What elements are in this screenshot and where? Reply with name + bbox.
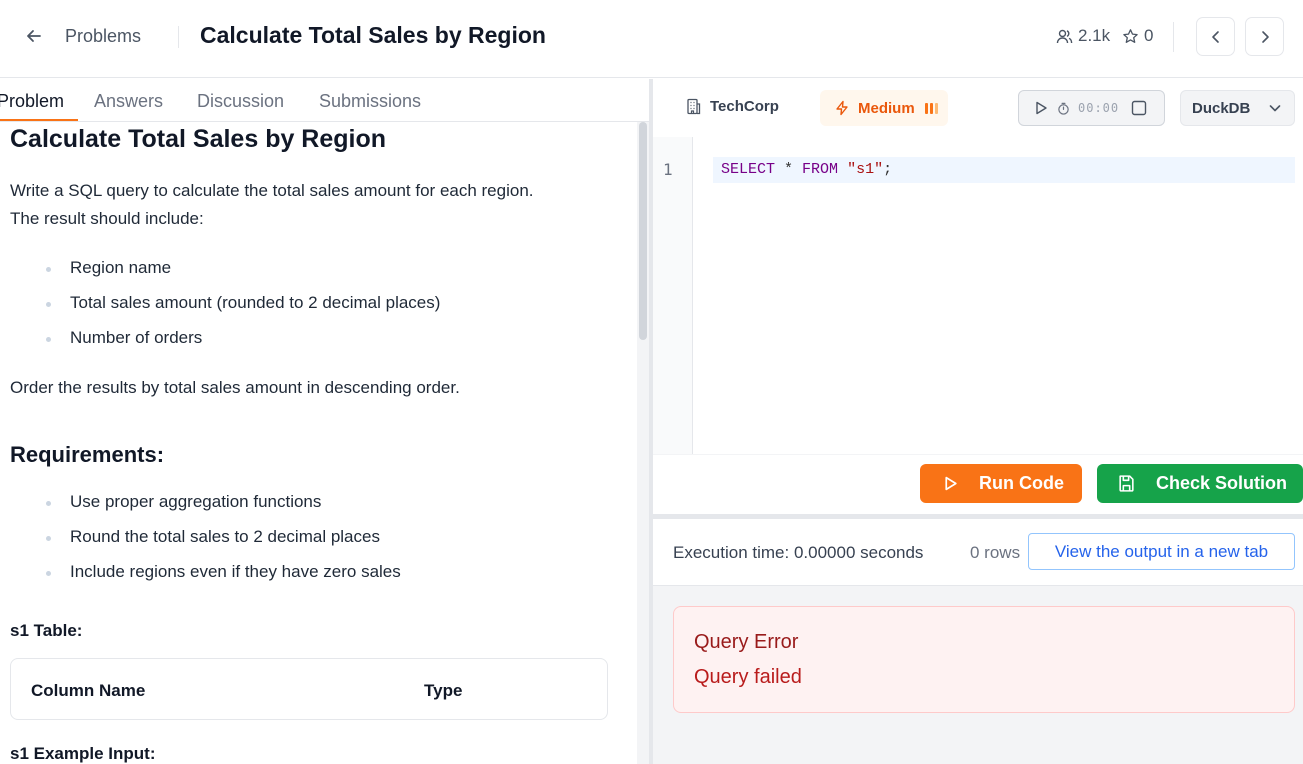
header-divider — [178, 26, 179, 48]
active-code-line[interactable]: SELECT * FROM "s1"; — [713, 157, 1295, 183]
header-divider-right — [1173, 22, 1174, 52]
editor-toolbar: TechCorp Medium 00:00 DuckDB — [653, 79, 1303, 137]
code-editor[interactable]: 1 SELECT * FROM "s1"; — [653, 137, 1303, 454]
stopwatch-icon — [1057, 102, 1070, 115]
results-header: Execution time: 0.00000 seconds 0 rows V… — [653, 519, 1303, 586]
list-item: Round the total sales to 2 decimal place… — [46, 527, 380, 547]
breadcrumb-problems[interactable]: Problems — [65, 26, 141, 47]
order-note: Order the results by total sales amount … — [10, 378, 460, 397]
tab-submissions[interactable]: Submissions — [319, 91, 421, 112]
problem-intro-line-2: The result should include: — [10, 209, 204, 228]
list-item: Number of orders — [46, 328, 203, 348]
column-header-name: Column Name — [31, 681, 146, 700]
code-operator: * — [775, 161, 803, 178]
column-header-type: Type — [424, 681, 463, 700]
active-tab-indicator — [0, 119, 78, 121]
previous-problem-button[interactable] — [1196, 17, 1235, 56]
database-select[interactable]: DuckDB — [1180, 90, 1295, 126]
check-solution-label: Check Solution — [1156, 473, 1288, 493]
list-item-text: Include regions even if they have zero s… — [70, 562, 401, 581]
difficulty-badge: Medium — [820, 90, 948, 126]
list-item: Use proper aggregation functions — [46, 492, 322, 512]
list-item: Total sales amount (rounded to 2 decimal… — [46, 293, 441, 313]
top-bar: Problems Calculate Total Sales by Region… — [0, 0, 1303, 78]
play-icon — [942, 475, 959, 492]
participants-stat: 2.1k — [1056, 26, 1110, 46]
view-output-new-tab-button[interactable]: View the output in a new tab — [1028, 533, 1295, 570]
code-text: SELECT * FROM "s1"; — [721, 161, 892, 178]
problem-heading: Calculate Total Sales by Region — [10, 125, 387, 153]
list-item-text: Round the total sales to 2 decimal place… — [70, 527, 380, 546]
line-number-gutter: 1 — [653, 137, 693, 454]
results-panel: Query Error Query failed — [653, 586, 1303, 764]
chevron-left-icon — [1209, 30, 1223, 44]
star-stat[interactable]: 0 — [1122, 26, 1153, 46]
bullet-dot — [46, 571, 51, 576]
query-error-alert: Query Error Query failed — [673, 606, 1295, 713]
example-heading: s1 Example Input: — [10, 744, 156, 763]
table-heading: s1 Table: — [10, 621, 83, 640]
run-code-label: Run Code — [979, 473, 1064, 493]
play-icon[interactable] — [1033, 100, 1049, 116]
list-item-text: Use proper aggregation functions — [70, 492, 322, 511]
database-selected-value: DuckDB — [1192, 99, 1251, 117]
star-icon — [1122, 28, 1139, 45]
problem-intro-line-1: Write a SQL query to calculate the total… — [10, 181, 534, 200]
difficulty-bars-icon — [924, 102, 938, 114]
code-string: "s1" — [847, 161, 884, 178]
editor-actions: Run Code Check Solution — [653, 454, 1303, 514]
error-title: Query Error — [694, 631, 799, 653]
page-title: Calculate Total Sales by Region — [200, 22, 546, 48]
bullet-dot — [46, 501, 51, 506]
schema-table: Column Name Type — [10, 658, 608, 720]
timer-control: 00:00 — [1018, 90, 1165, 126]
difficulty-label: Medium — [858, 99, 915, 117]
bullet-dot — [46, 267, 51, 272]
problem-tabs: Problem Answers Discussion Submissions — [0, 79, 649, 122]
requirements-heading: Requirements: — [10, 442, 165, 467]
bullet-dot — [46, 536, 51, 541]
list-item-text: Region name — [70, 258, 172, 277]
tab-discussion[interactable]: Discussion — [197, 91, 284, 112]
code-keyword: SELECT — [721, 161, 776, 178]
tab-problem[interactable]: Problem — [0, 91, 64, 112]
company-tag: TechCorp — [685, 98, 779, 115]
next-problem-button[interactable] — [1245, 17, 1284, 56]
stop-icon[interactable] — [1131, 100, 1147, 116]
star-count: 0 — [1144, 26, 1154, 45]
participants-count: 2.1k — [1078, 26, 1111, 45]
bullet-dot — [46, 302, 51, 307]
check-solution-button[interactable]: Check Solution — [1097, 464, 1303, 503]
users-icon — [1056, 28, 1073, 45]
scrollbar-thumb[interactable] — [639, 122, 647, 340]
tab-answers[interactable]: Answers — [94, 91, 163, 112]
save-icon — [1117, 474, 1136, 493]
arrow-left-icon[interactable] — [24, 26, 44, 46]
code-keyword: FROM — [802, 161, 839, 178]
run-code-button[interactable]: Run Code — [920, 464, 1082, 503]
list-item-text: Total sales amount (rounded to 2 decimal… — [70, 293, 441, 312]
lightning-icon — [834, 100, 850, 116]
list-item: Region name — [46, 258, 172, 278]
line-number: 1 — [663, 160, 673, 179]
execution-time: Execution time: 0.00000 seconds — [673, 543, 924, 562]
code-terminator: ; — [883, 161, 893, 178]
error-message: Query failed — [694, 666, 802, 688]
row-count: 0 rows — [970, 543, 1021, 562]
problem-pane: Problem Answers Discussion Submissions C… — [0, 79, 649, 764]
list-item: Include regions even if they have zero s… — [46, 562, 401, 582]
building-icon — [685, 98, 702, 115]
bullet-dot — [46, 337, 51, 342]
chevron-down-icon — [1268, 101, 1282, 115]
editor-pane: TechCorp Medium 00:00 DuckDB 1 SELECT * … — [653, 79, 1303, 764]
chevron-right-icon — [1258, 30, 1272, 44]
company-name: TechCorp — [710, 98, 779, 115]
timer-display: 00:00 — [1078, 101, 1120, 115]
problem-scrollbar[interactable] — [637, 122, 649, 764]
list-item-text: Number of orders — [70, 328, 203, 347]
